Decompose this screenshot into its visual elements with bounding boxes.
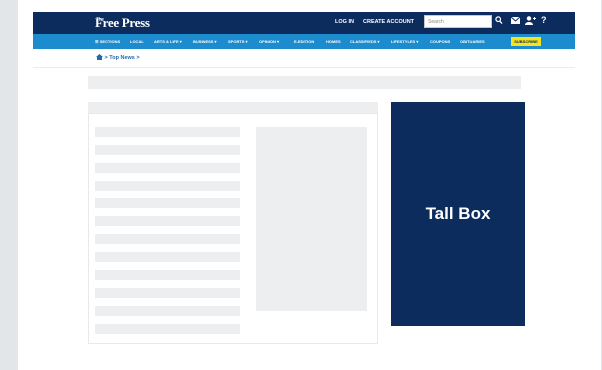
nav-item-lifestyles[interactable]: LIFESTYLES ▾	[391, 38, 418, 45]
search-icon[interactable]	[495, 16, 503, 28]
image-placeholder	[256, 127, 367, 311]
text-line-placeholder	[95, 270, 240, 280]
nav-item-local[interactable]: LOCAL	[130, 38, 144, 45]
site-logo[interactable]: The Free Press	[95, 14, 150, 32]
text-line-placeholder	[95, 145, 240, 155]
home-icon[interactable]	[96, 54, 103, 60]
text-line-placeholder	[95, 127, 240, 137]
user-account-icon[interactable]	[525, 16, 536, 28]
headline-placeholder	[88, 76, 521, 89]
breadcrumb: > Top News >	[96, 54, 140, 63]
page: The Free Press LOG IN CREATE ACCOUNT Sea…	[18, 0, 601, 370]
content-card-placeholder	[88, 113, 378, 344]
text-line-placeholder	[95, 324, 240, 334]
create-account-link[interactable]: CREATE ACCOUNT	[363, 18, 414, 27]
nav-item-classifieds[interactable]: CLASSIFIEDS ▾	[350, 38, 380, 45]
text-line-placeholder	[95, 163, 240, 173]
nav-item-business[interactable]: BUSINESS ▾	[193, 38, 217, 45]
text-line-placeholder	[95, 306, 240, 316]
nav-item-coupons[interactable]: COUPONS	[430, 38, 450, 45]
section-nav-bar: ☰ SECTIONS LOCAL ARTS & LIFE ▾ BUSINESS …	[33, 34, 575, 49]
nav-item-arts-life[interactable]: ARTS & LIFE ▾	[154, 38, 182, 45]
tall-box-label: Tall Box	[425, 204, 491, 223]
text-line-placeholder	[95, 252, 240, 262]
nav-item-sections[interactable]: ☰ SECTIONS	[95, 38, 120, 45]
help-icon[interactable]: ?	[541, 15, 547, 25]
card-header-placeholder	[88, 102, 378, 113]
search-input[interactable]: Search	[424, 15, 492, 28]
top-header-bar: The Free Press LOG IN CREATE ACCOUNT Sea…	[33, 12, 575, 34]
subscribe-button[interactable]: SUBSCRIBE	[511, 37, 541, 46]
text-line-placeholder	[95, 198, 240, 208]
logo-small-text: The	[96, 17, 104, 23]
text-line-placeholder	[95, 234, 240, 244]
tall-box-ad: Tall Box	[391, 102, 525, 326]
mail-icon[interactable]	[510, 16, 521, 27]
nav-item-sports[interactable]: SPORTS ▾	[228, 38, 248, 45]
nav-item-opinion[interactable]: OPINION ▾	[259, 38, 279, 45]
nav-item-obituaries[interactable]: OBITUARIES	[460, 38, 485, 45]
text-line-placeholder	[95, 216, 240, 226]
breadcrumb-top-news[interactable]: > Top News >	[105, 55, 140, 61]
login-link[interactable]: LOG IN	[335, 18, 354, 27]
nav-item-e-edition[interactable]: E-EDITION	[294, 38, 314, 45]
nav-item-homes[interactable]: HOMES	[326, 38, 341, 45]
text-line-placeholder	[95, 181, 240, 191]
text-line-placeholder	[95, 288, 240, 298]
breadcrumb-divider	[33, 67, 575, 68]
